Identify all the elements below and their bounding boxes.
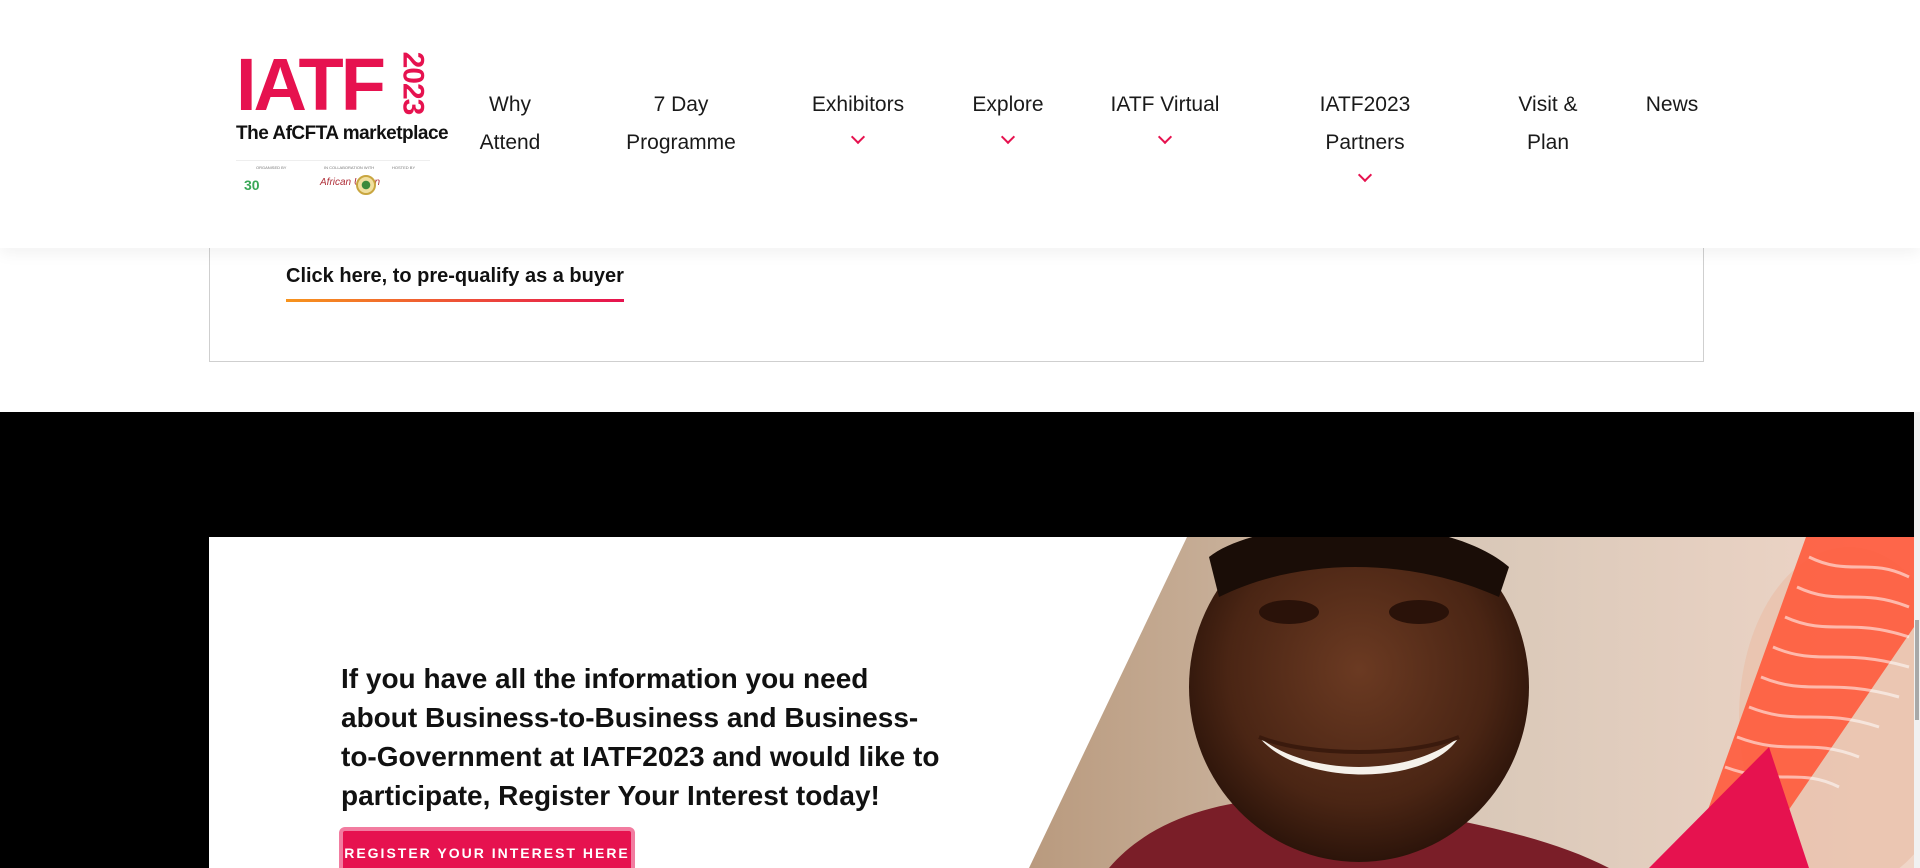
nav-label: Plan <box>1526 131 1570 154</box>
nav-label: Explore <box>972 93 1044 116</box>
chevron-down-icon[interactable] <box>850 129 866 145</box>
register-interest-button[interactable]: REGISTER YOUR INTEREST HERE <box>339 827 635 868</box>
site-header: IATF 2023 The AfCFTA marketplace ORGANIS… <box>0 0 1920 248</box>
nav-label: Why <box>489 93 531 116</box>
register-interest-panel: If you have all the information you need… <box>209 537 1914 868</box>
register-interest-message: If you have all the information you need… <box>341 663 940 811</box>
chevron-down-icon[interactable] <box>1000 129 1016 145</box>
nav-label: IATF2023 Partners <box>1319 93 1411 154</box>
nav-item-exhibitors[interactable]: Exhibitors <box>808 86 908 145</box>
nav-item-iatf-virtual[interactable]: IATF Virtual <box>1108 86 1222 145</box>
nav-label: Programme <box>626 131 736 154</box>
nav-item-visit-plan[interactable]: Visit & Plan <box>1512 86 1584 162</box>
nav-label: News <box>1645 93 1699 116</box>
nav-label: Exhibitors <box>811 93 905 116</box>
nav-item-explore[interactable]: Explore <box>968 86 1048 145</box>
nav-item-iatf2023-partners[interactable]: IATF2023 Partners <box>1278 86 1452 183</box>
nav-label: Visit & <box>1518 93 1578 116</box>
chevron-down-icon[interactable] <box>1357 167 1373 183</box>
nav-item-7-day-programme[interactable]: 7 Day Programme <box>624 86 738 162</box>
chevron-down-icon[interactable] <box>1157 129 1173 145</box>
nav-label: IATF Virtual <box>1110 93 1220 116</box>
nav-label: 7 Day <box>653 93 709 116</box>
nav-item-why-attend[interactable]: Why Attend <box>472 86 548 162</box>
main-nav: Why Attend 7 Day Programme Exhibitors Ex… <box>0 0 1920 248</box>
scrollbar-thumb[interactable] <box>1915 620 1919 720</box>
nav-item-news[interactable]: News <box>1642 86 1702 124</box>
prequalify-buyer-link[interactable]: Click here, to pre-qualify as a buyer <box>286 265 624 298</box>
link-underline <box>286 299 624 302</box>
nav-label: Attend <box>479 131 541 154</box>
